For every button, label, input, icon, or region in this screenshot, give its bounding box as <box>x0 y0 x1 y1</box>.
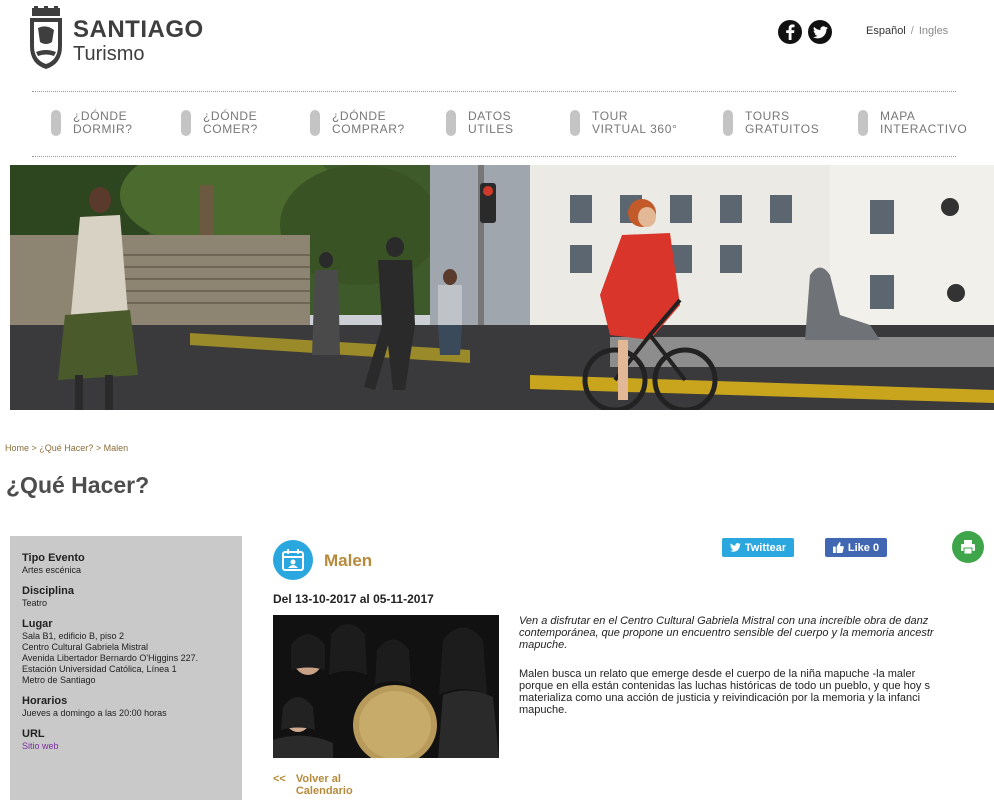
site-logo[interactable]: SANTIAGO Turismo <box>26 6 204 70</box>
breadcrumb-separator: > <box>93 443 104 453</box>
twitter-icon[interactable] <box>808 20 832 44</box>
lang-espanol[interactable]: Español <box>866 25 906 37</box>
twittear-button[interactable]: Twittear <box>722 538 794 557</box>
nav-donde-comer[interactable]: ¿Dónde Comer? <box>181 110 258 136</box>
volver-calendario-link[interactable]: << Volver al Calendario <box>273 773 353 797</box>
lugar-line: Estación Universidad Católica, Línea 1 <box>22 664 177 674</box>
nav-label: Tour Virtual 360° <box>592 109 678 136</box>
lugar-line: Avenida Libertador Bernardo O'Higgins 22… <box>22 653 199 663</box>
description-line: materializa como una acción de justicia … <box>519 692 921 704</box>
nav-datos-utiles[interactable]: Datos Utiles <box>446 110 514 136</box>
back-label-line: Calendario <box>295 785 353 797</box>
description-line: contemporánea, que propone un encuentro … <box>519 627 934 639</box>
print-button[interactable] <box>952 531 984 563</box>
nav-label: ¿Dónde Dormir? <box>73 109 133 136</box>
description-paragraph-1: Ven a disfrutar en el Centro Cultural Ga… <box>519 615 994 651</box>
nav-donde-comprar[interactable]: ¿Dónde Comprar? <box>310 110 405 136</box>
event-dates: Del 13-10-2017 al 05-11-2017 <box>273 592 434 606</box>
description-line: mapuche. <box>519 639 568 651</box>
breadcrumb-section[interactable]: ¿Qué Hacer? <box>39 443 93 453</box>
site-header: SANTIAGO Turismo Español / Ingles <box>0 0 994 90</box>
breadcrumb-home[interactable]: Home <box>5 443 29 453</box>
event-photo <box>273 615 499 758</box>
nav-label: Tours Gratuitos <box>745 109 820 136</box>
twittear-label: Twittear <box>744 541 787 554</box>
disciplina-label: Disciplina <box>22 585 74 597</box>
brand-subtitle: Turismo <box>73 43 145 65</box>
breadcrumb: Home > ¿Qué Hacer? > Malen <box>5 443 128 453</box>
event-details-sidebar: Tipo Evento Artes escénica Disciplina Te… <box>10 536 242 800</box>
nav-label: ¿Dónde Comer? <box>203 109 258 136</box>
nav-label: Datos Utiles <box>468 109 514 136</box>
page-title: ¿Qué Hacer? <box>6 472 150 498</box>
nav-pill-icon <box>570 110 580 136</box>
breadcrumb-separator: > <box>29 443 40 453</box>
lugar-line: Sala B1, edificio B, piso 2 <box>22 631 125 641</box>
event-description: Ven a disfrutar en el Centro Cultural Ga… <box>519 615 994 775</box>
language-switcher: Español / Ingles <box>866 25 948 37</box>
lang-separator: / <box>910 25 914 37</box>
disciplina-value: Teatro <box>22 598 48 608</box>
facebook-icon[interactable] <box>778 20 802 44</box>
facebook-like-button[interactable]: Like 0 <box>825 538 887 557</box>
description-line: Malen busca un relato que emerge desde e… <box>519 668 916 680</box>
tipo-evento-value: Artes escénica <box>22 565 82 575</box>
breadcrumb-current: Malen <box>103 443 129 453</box>
lugar-line: Metro de Santiago <box>22 675 96 685</box>
thumbs-up-icon <box>832 542 844 553</box>
hero-banner-image <box>10 165 994 410</box>
description-line: mapuche. <box>519 704 568 716</box>
twitter-bird-icon <box>729 543 741 552</box>
nav-pill-icon <box>310 110 320 136</box>
description-paragraph-2: Malen busca un relato que emerge desde e… <box>519 668 994 716</box>
nav-tour-virtual[interactable]: Tour Virtual 360° <box>570 110 677 136</box>
nav-donde-dormir[interactable]: ¿Dónde Dormir? <box>51 110 133 136</box>
back-label-line: Volver al <box>295 773 341 785</box>
nav-pill-icon <box>858 110 868 136</box>
lugar-line: Centro Cultural Gabriela Mistral <box>22 642 149 652</box>
back-arrows: << <box>273 773 286 785</box>
nav-pill-icon <box>446 110 456 136</box>
main-nav: ¿Dónde Dormir? ¿Dónde Comer? ¿Dónde Comp… <box>32 91 967 157</box>
nav-label: Mapa Interactivo <box>880 109 968 136</box>
description-line: Ven a disfrutar en el Centro Cultural Ga… <box>519 615 929 627</box>
nav-mapa-interactivo[interactable]: Mapa Interactivo <box>858 110 967 136</box>
santiago-crest-icon <box>30 6 62 69</box>
nav-pill-icon <box>181 110 191 136</box>
like-label: Like 0 <box>847 541 880 554</box>
lugar-label: Lugar <box>22 618 53 630</box>
nav-pill-icon <box>51 110 61 136</box>
brand-title: SANTIAGO <box>73 16 204 43</box>
tipo-evento-label: Tipo Evento <box>22 552 85 564</box>
horarios-value: Jueves a domingo a las 20:00 horas <box>22 708 167 718</box>
url-label: URL <box>22 728 45 740</box>
calendar-icon <box>273 540 313 580</box>
print-icon <box>961 540 975 555</box>
social-links <box>778 20 832 44</box>
nav-pill-icon <box>723 110 733 136</box>
horarios-label: Horarios <box>22 695 68 707</box>
description-line: porque en ella están contenidas las luch… <box>519 680 930 692</box>
lang-ingles[interactable]: Ingles <box>919 25 948 37</box>
sitio-web-link[interactable]: Sitio web <box>22 741 230 751</box>
event-title: Malen <box>324 551 373 570</box>
nav-tours-gratuitos[interactable]: Tours Gratuitos <box>723 110 819 136</box>
nav-label: ¿Dónde Comprar? <box>332 109 405 136</box>
